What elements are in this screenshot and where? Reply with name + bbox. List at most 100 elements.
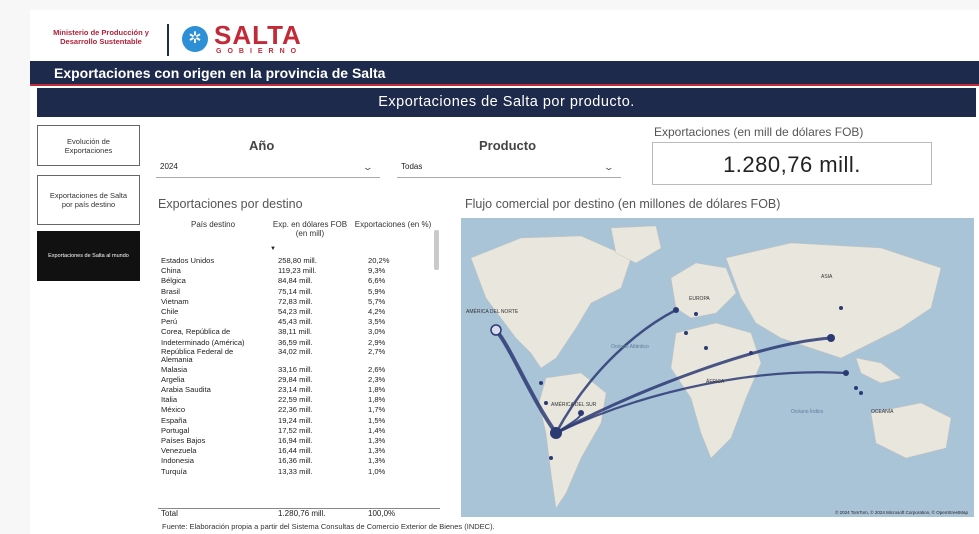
table-row[interactable]: Malasia 33,16 mill. 2,6%: [158, 365, 440, 375]
salta-logo-subtitle: GOBIERNO: [216, 48, 303, 55]
nav-mundo-button[interactable]: Exportaciones de Salta al mundo: [37, 231, 140, 281]
sort-descending-icon: ▼: [270, 246, 276, 252]
table-row[interactable]: Corea, República de 38,11 mill. 3,0%: [158, 327, 440, 337]
marker-malaysia[interactable]: [854, 386, 858, 390]
marker-europe-1[interactable]: [694, 312, 698, 316]
table-title: Exportaciones por destino: [158, 197, 303, 211]
marker-belgium[interactable]: [673, 307, 679, 313]
cell-pct: 3,5%: [368, 317, 386, 327]
southeast-asia-landmass: [855, 357, 902, 384]
marker-brazil[interactable]: [578, 410, 584, 416]
cell-country: Turquía: [161, 466, 187, 476]
marker-china[interactable]: [827, 334, 835, 342]
marker-algeria[interactable]: [704, 346, 708, 350]
cell-exports: 84,84 mill.: [278, 276, 313, 286]
cell-country: Brasil: [161, 286, 180, 296]
map-credit: © 2024 TomTom, © 2024 Microsoft Corporat…: [835, 510, 968, 515]
world-map-svg: AMÉRICA DEL NORTE EUROPA ASIA ÁFRICA AMÉ…: [466, 225, 952, 509]
cell-pct: 20,2%: [368, 256, 390, 265]
table-row[interactable]: España 19,24 mill. 1,5%: [158, 416, 440, 426]
kpi-value: 1.280,76 mill.: [723, 152, 861, 177]
cell-exports: 29,84 mill.: [278, 374, 313, 384]
table-row[interactable]: Italia 22,59 mill. 1,8%: [158, 395, 440, 405]
column-header-pct[interactable]: Exportaciones (en %): [354, 220, 432, 229]
cell-pct: 1,4%: [368, 425, 386, 435]
table-row[interactable]: Turquía 13,33 mill. 1,0%: [158, 467, 440, 477]
table-row[interactable]: Estados Unidos 258,80 mill. 20,2%: [158, 256, 440, 266]
map-label-europe: EUROPA: [689, 296, 710, 302]
page-subtitle: Exportaciones de Salta por producto.: [37, 88, 976, 117]
cell-country: Venezuela: [161, 446, 197, 456]
cell-exports: 19,24 mill.: [278, 415, 313, 425]
table-row[interactable]: Brasil 75,14 mill. 5,9%: [158, 287, 440, 297]
table-row[interactable]: República Federal de Alemania 34,02 mill.…: [158, 346, 440, 365]
cell-country: Indeterminado (América): [161, 337, 245, 347]
cell-pct: 1,0%: [368, 466, 386, 476]
table-row[interactable]: Países Bajos 16,94 mill. 1,3%: [158, 436, 440, 446]
cell-exports: 45,43 mill.: [278, 317, 313, 327]
marker-korea[interactable]: [839, 306, 843, 310]
table-row[interactable]: China 119,23 mill. 9,3%: [158, 266, 440, 276]
cell-pct: 3,0%: [368, 327, 386, 337]
cell-country: Italia: [161, 395, 178, 405]
table-row[interactable]: Arabia Saudita 23,14 mill. 1,8%: [158, 385, 440, 395]
map-label-north-america: AMÉRICA DEL NORTE: [466, 308, 519, 315]
table-row[interactable]: México 22,36 mill. 1,7%: [158, 405, 440, 415]
nav-evolucion-label: Evolución de Exportaciones: [64, 136, 113, 155]
table-row[interactable]: Venezuela 16,44 mill. 1,3%: [158, 446, 440, 456]
cell-country: Países Bajos: [161, 436, 206, 445]
cell-exports: 72,83 mill.: [278, 296, 313, 306]
table-row[interactable]: Bélgica 84,84 mill. 6,6%: [158, 276, 440, 286]
product-dropdown[interactable]: Todas ⌄: [397, 156, 621, 178]
nav-mundo-label: Exportaciones de Salta al mundo: [48, 252, 129, 259]
nav-pais-destino-label: Exportaciones de Salta por país destino: [49, 191, 128, 209]
cell-exports: 34,02 mill.: [278, 346, 313, 356]
year-dropdown[interactable]: 2024 ⌄: [156, 156, 380, 178]
table-row[interactable]: Perú 45,43 mill. 3,5%: [158, 317, 440, 327]
marker-saudi-arabia[interactable]: [749, 351, 753, 355]
map-title: Flujo comercial por destino (en millones…: [465, 197, 781, 211]
cell-pct: 9,3%: [368, 266, 386, 276]
salta-logo-word: SALTA: [214, 20, 302, 50]
cell-exports: 16,44 mill.: [278, 446, 313, 456]
cell-country: Arabia Saudita: [161, 385, 211, 395]
marker-spain[interactable]: [684, 331, 688, 335]
cell-exports: 54,23 mill.: [278, 306, 313, 316]
cell-country: Vietnam: [161, 296, 189, 306]
salta-logo: ✲ SALTA GOBIERNO: [182, 20, 322, 58]
table-header: País destino Exp. en dólares FOB (en mil…: [158, 218, 440, 246]
cell-pct: 1,3%: [368, 446, 386, 456]
product-filter-label: Producto: [479, 138, 537, 153]
cell-pct: 5,9%: [368, 286, 386, 296]
product-dropdown-value: Todas: [401, 162, 423, 171]
marker-salta-origin[interactable]: [550, 427, 562, 439]
marker-usa[interactable]: [490, 324, 502, 336]
kpi-label: Exportaciones (en mill de dólares FOB): [654, 125, 864, 139]
cell-pct: 2,7%: [368, 346, 386, 356]
marker-mexico[interactable]: [539, 381, 543, 385]
cell-pct: 1,7%: [368, 405, 386, 415]
nav-evolucion-button[interactable]: Evolución de Exportaciones: [37, 125, 140, 166]
cell-country: Corea, República de: [161, 327, 231, 337]
table-row[interactable]: Indonesia 16,36 mill. 1,3%: [158, 456, 440, 466]
cell-pct: 2,6%: [368, 364, 386, 374]
cell-pct: 5,7%: [368, 296, 386, 306]
marker-vietnam[interactable]: [843, 370, 849, 376]
column-header-country[interactable]: País destino: [158, 220, 268, 229]
marker-indonesia[interactable]: [859, 391, 863, 395]
table-row[interactable]: Chile 54,23 mill. 4,2%: [158, 307, 440, 317]
table-row[interactable]: Argelia 29,84 mill. 2,3%: [158, 375, 440, 385]
marker-chile[interactable]: [549, 456, 553, 460]
cell-exports: 16,36 mill.: [278, 456, 313, 466]
column-header-exports[interactable]: Exp. en dólares FOB (en mill): [270, 220, 350, 238]
nav-pais-destino-button[interactable]: Exportaciones de Salta por país destino: [37, 175, 140, 225]
trade-flow-map[interactable]: AMÉRICA DEL NORTE EUROPA ASIA ÁFRICA AMÉ…: [461, 218, 974, 517]
map-label-indian: Océano Índico: [791, 408, 823, 415]
cell-exports: 119,23 mill.: [278, 266, 317, 276]
cell-country: República Federal de Alemania: [161, 347, 234, 365]
table-total-row: Total 1.280,76 mill. 100,0%: [158, 508, 440, 517]
table-row[interactable]: Portugal 17,52 mill. 1,4%: [158, 426, 440, 436]
marker-peru[interactable]: [544, 401, 548, 405]
table-row[interactable]: Vietnam 72,83 mill. 5,7%: [158, 297, 440, 307]
cell-country: Malasia: [161, 364, 188, 374]
